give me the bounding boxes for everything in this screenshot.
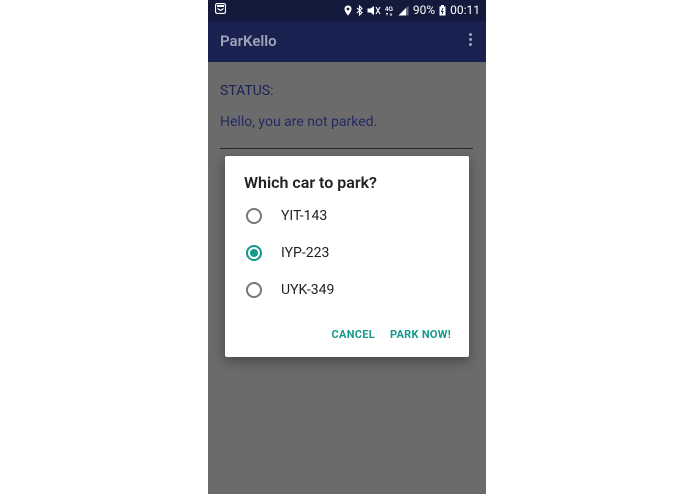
status-message: Hello, you are not parked. — [220, 114, 378, 130]
car-option-label: IYP-223 — [281, 245, 330, 261]
battery-icon — [439, 5, 446, 16]
divider — [220, 148, 473, 149]
status-icons: 4G 90% 00:11 — [344, 3, 480, 18]
phone-screen: 4G 90% 00:11 ParKello STATUS: Hello, you… — [208, 0, 486, 494]
radio-unchecked-icon[interactable] — [246, 208, 262, 224]
status-label: STATUS: — [220, 83, 274, 99]
lte-icon: 4G — [385, 7, 393, 16]
more-vert-icon[interactable] — [469, 33, 473, 49]
car-option[interactable]: IYP-223 — [225, 236, 469, 270]
radio-unchecked-icon[interactable] — [246, 282, 262, 298]
car-option[interactable]: YIT-143 — [225, 199, 469, 233]
radio-checked-icon[interactable] — [246, 245, 262, 261]
signal-icon — [398, 5, 409, 16]
mute-icon — [367, 6, 381, 15]
dialog-actions: CANCEL PARK NOW! — [225, 313, 469, 357]
park-now-button[interactable]: PARK NOW! — [390, 323, 451, 345]
bluetooth-icon — [356, 5, 363, 16]
cancel-button[interactable]: CANCEL — [332, 323, 376, 345]
svg-text:4G: 4G — [385, 7, 393, 13]
battery-percentage: 90% — [412, 3, 436, 17]
car-select-dialog: Which car to park? YIT-143 IYP-223 UYK-3… — [225, 156, 469, 357]
status-bar: 4G 90% 00:11 — [208, 0, 486, 21]
car-option[interactable]: UYK-349 — [225, 273, 469, 307]
notification-icon — [215, 3, 226, 14]
car-option-label: UYK-349 — [281, 282, 335, 298]
app-title: ParKello — [220, 32, 277, 50]
dialog-title: Which car to park? — [244, 173, 377, 192]
car-option-label: YIT-143 — [281, 208, 328, 224]
clock: 00:11 — [450, 3, 480, 17]
location-icon — [344, 5, 352, 16]
app-bar: ParKello — [208, 21, 486, 62]
